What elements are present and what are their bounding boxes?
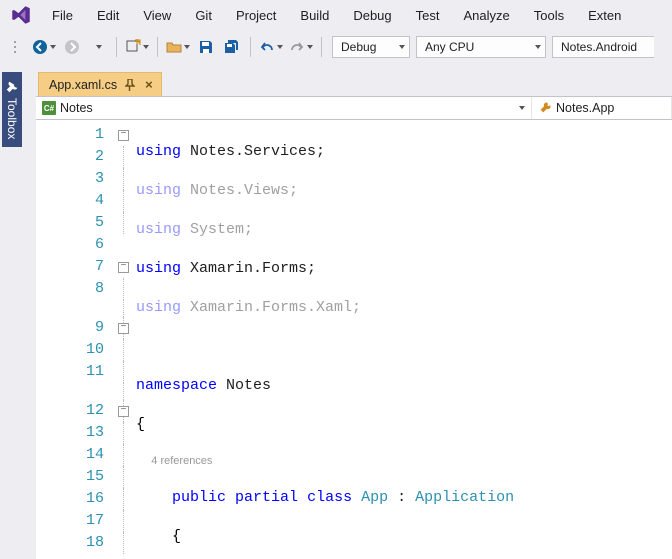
pin-icon[interactable] (125, 79, 135, 91)
chevron-down-icon (399, 45, 405, 49)
menu-extensions[interactable]: Exten (576, 4, 633, 27)
menu-git[interactable]: Git (183, 4, 224, 27)
chevron-down-icon[interactable] (86, 35, 110, 59)
save-button[interactable] (194, 35, 218, 59)
undo-button[interactable] (257, 35, 285, 59)
toolbox-label: Toolbox (5, 98, 19, 139)
separator (250, 37, 251, 57)
solution-platform-combo[interactable]: Any CPU (416, 36, 546, 58)
csharp-file-icon: C# (42, 101, 56, 115)
standard-toolbar: Debug Any CPU Notes.Android (0, 30, 672, 64)
fold-toggle[interactable]: − (118, 323, 129, 334)
chevron-down-icon (519, 106, 525, 110)
separator (157, 37, 158, 57)
chevron-down-icon (50, 45, 56, 49)
chevron-down-icon (277, 45, 283, 49)
separator (116, 37, 117, 57)
document-tab-app-xaml-cs[interactable]: App.xaml.cs × (38, 72, 162, 96)
save-all-button[interactable] (220, 35, 244, 59)
fold-toggle[interactable]: − (118, 130, 129, 141)
editor-region: App.xaml.cs × C# Notes Notes.App (24, 64, 672, 559)
code-editor[interactable]: 123456 78 91011 12131415161718 − − − (36, 120, 672, 559)
fold-toggle[interactable]: − (118, 262, 129, 273)
menu-debug[interactable]: Debug (341, 4, 403, 27)
nav-scope-project[interactable]: C# Notes (36, 97, 532, 119)
startup-project-combo[interactable]: Notes.Android (552, 36, 654, 58)
toolbox-icon (5, 80, 19, 94)
code-content[interactable]: using Notes.Services; using Notes.Views;… (136, 120, 672, 559)
menu-build[interactable]: Build (288, 4, 341, 27)
menu-analyze[interactable]: Analyze (451, 4, 521, 27)
new-project-button[interactable] (123, 35, 151, 59)
menu-project[interactable]: Project (224, 4, 288, 27)
vs-logo-icon (10, 4, 32, 26)
workspace: Toolbox App.xaml.cs × C# Notes (0, 64, 672, 559)
code-nav-bar: C# Notes Notes.App (36, 96, 672, 120)
separator (321, 37, 322, 57)
nav-scope-type-label: Notes.App (556, 101, 614, 115)
left-dock: Toolbox (0, 64, 24, 559)
nav-forward-button[interactable] (60, 35, 84, 59)
redo-button[interactable] (287, 35, 315, 59)
line-number-gutter: 123456 78 91011 12131415161718 (36, 120, 118, 559)
solution-config-combo[interactable]: Debug (332, 36, 410, 58)
wrench-icon (538, 101, 552, 115)
menu-test[interactable]: Test (404, 4, 452, 27)
menu-file[interactable]: File (40, 4, 85, 27)
toolbox-tab[interactable]: Toolbox (2, 72, 22, 147)
nav-back-button[interactable] (30, 35, 58, 59)
open-file-button[interactable] (164, 35, 192, 59)
chevron-down-icon (143, 45, 149, 49)
outlining-margin[interactable]: − − − − (118, 120, 136, 559)
solution-config-value: Debug (341, 40, 376, 54)
chevron-down-icon (184, 45, 190, 49)
fold-toggle[interactable]: − (118, 406, 129, 417)
document-tab-label: App.xaml.cs (49, 78, 117, 92)
startup-project-value: Notes.Android (561, 40, 637, 54)
nav-scope-project-label: Notes (60, 101, 93, 115)
menu-bar: File Edit View Git Project Build Debug T… (0, 0, 672, 30)
menu-edit[interactable]: Edit (85, 4, 131, 27)
toolbar-grip-icon (4, 35, 28, 59)
chevron-down-icon (535, 45, 541, 49)
close-tab-button[interactable]: × (143, 77, 155, 92)
document-tab-strip: App.xaml.cs × (36, 70, 672, 96)
menu-tools[interactable]: Tools (522, 4, 576, 27)
chevron-down-icon (307, 45, 313, 49)
nav-scope-type[interactable]: Notes.App (532, 97, 672, 119)
solution-platform-value: Any CPU (425, 40, 474, 54)
menu-view[interactable]: View (131, 4, 183, 27)
